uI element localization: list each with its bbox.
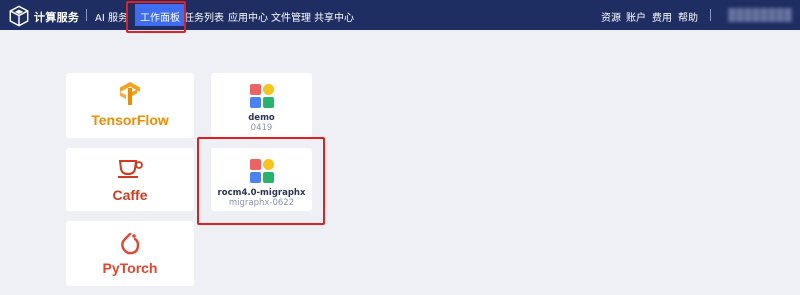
app-subtitle: migraphx-0622 <box>228 198 295 208</box>
framework-name: PyTorch <box>102 260 158 276</box>
nav-billing[interactable]: 费用 <box>652 9 672 24</box>
tensorflow-icon <box>120 82 140 105</box>
nav-share-center[interactable]: 共享中心 <box>314 9 354 24</box>
app-name: rocm4.0-migraphx <box>217 188 306 198</box>
framework-name: TensorFlow <box>91 112 169 128</box>
top-nav-bar: 计算服务 AI 服务 工作面板 任务列表 应用中心 文件管理 共享中心 资源 账… <box>0 0 800 30</box>
brand-divider <box>86 9 87 21</box>
framework-card-caffe[interactable]: Caffe <box>66 148 194 211</box>
cube-logo-icon <box>9 5 29 27</box>
framework-card-pytorch[interactable]: PyTorch <box>66 221 194 286</box>
framework-name: Caffe <box>112 187 148 203</box>
caffe-icon <box>118 160 143 178</box>
app-grid-icon <box>249 159 274 183</box>
nav-app-center[interactable]: 应用中心 <box>228 9 268 24</box>
nav-task-list[interactable]: 任务列表 <box>184 9 224 24</box>
app-card-demo[interactable]: demo 0419 <box>211 73 312 137</box>
nav-help[interactable]: 帮助 <box>678 9 698 24</box>
app-grid-icon <box>249 84 274 108</box>
app-card-rocm-migraphx[interactable]: rocm4.0-migraphx migraphx-0622 <box>211 148 312 211</box>
user-name-redacted[interactable] <box>728 8 792 22</box>
pytorch-icon <box>121 232 140 255</box>
nav-resources[interactable]: 资源 <box>601 9 621 24</box>
user-divider <box>710 9 711 21</box>
nav-file-management[interactable]: 文件管理 <box>271 9 311 24</box>
framework-card-tensorflow[interactable]: TensorFlow <box>66 73 194 138</box>
app-subtitle: 0419 <box>250 123 273 133</box>
nav-account[interactable]: 账户 <box>626 9 646 24</box>
app-name: demo <box>248 113 275 123</box>
brand-title: 计算服务 <box>34 11 80 24</box>
nav-workbench[interactable]: 工作面板 <box>140 9 180 24</box>
nav-ai-service[interactable]: AI 服务 <box>95 9 128 24</box>
